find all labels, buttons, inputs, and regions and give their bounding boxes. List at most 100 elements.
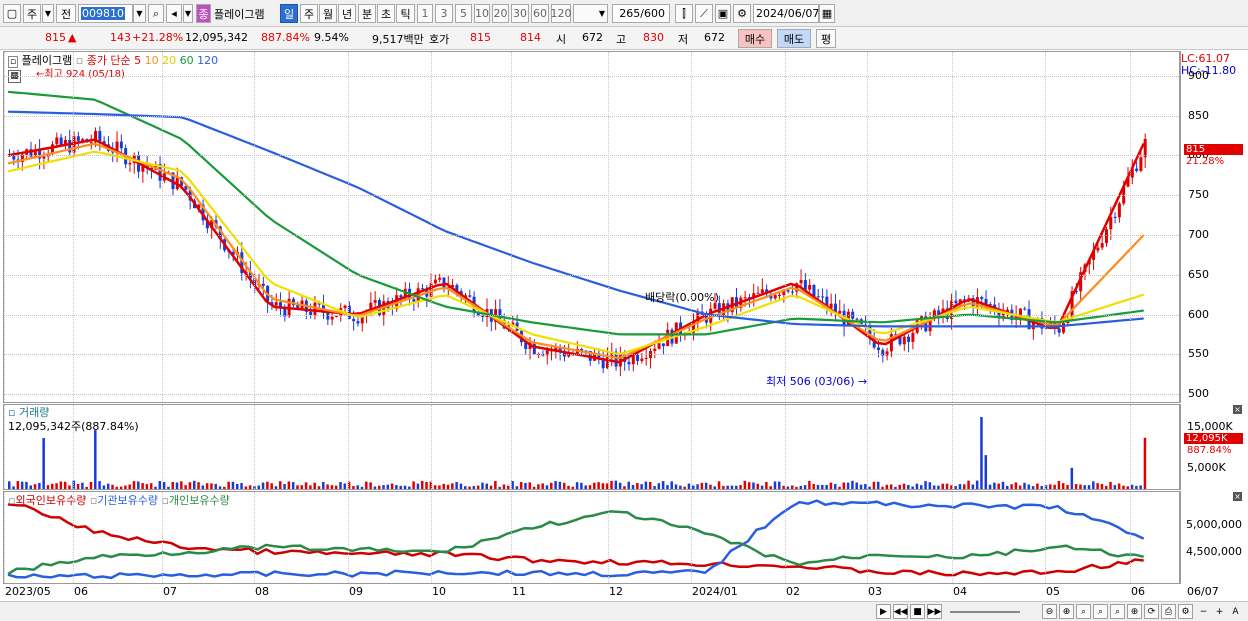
volume-bar[interactable] <box>1117 483 1121 489</box>
volume-bar[interactable] <box>644 481 648 489</box>
volume-bar[interactable] <box>248 485 252 489</box>
volume-bar[interactable] <box>205 483 209 489</box>
volume-bar[interactable] <box>266 481 269 489</box>
volume-bar[interactable] <box>722 485 725 489</box>
holding-close-icon[interactable]: × <box>1233 492 1242 501</box>
volume-bar[interactable] <box>85 486 88 489</box>
volume-bar[interactable] <box>580 482 583 489</box>
candle[interactable] <box>808 284 812 290</box>
minus-icon[interactable]: − <box>1196 604 1211 619</box>
volume-bar[interactable] <box>1109 481 1112 489</box>
volume-bar[interactable] <box>20 481 24 489</box>
volume-bar[interactable] <box>1066 484 1069 489</box>
volume-bar[interactable] <box>1096 483 1099 489</box>
volume-bar[interactable] <box>416 483 420 489</box>
volume-bar[interactable] <box>1031 486 1035 489</box>
volume-bar[interactable] <box>433 485 437 489</box>
volume-bar[interactable] <box>1049 484 1052 489</box>
volume-bar[interactable] <box>498 486 501 489</box>
volume-bar[interactable] <box>485 483 489 489</box>
volume-bar[interactable] <box>898 484 901 489</box>
interval-button[interactable]: 30 <box>511 4 529 23</box>
volume-bar[interactable] <box>816 484 820 489</box>
volume-bar[interactable] <box>1006 485 1009 489</box>
volume-close-icon[interactable]: × <box>1233 405 1242 414</box>
candle[interactable] <box>1023 308 1027 310</box>
volume-bar[interactable] <box>240 483 243 489</box>
volume-bar[interactable] <box>984 455 988 489</box>
volume-bar[interactable] <box>1083 485 1086 489</box>
volume-bar[interactable] <box>554 481 557 489</box>
volume-bar[interactable] <box>38 483 41 489</box>
volume-bar[interactable] <box>1040 486 1043 489</box>
volume-bar[interactable] <box>713 486 717 489</box>
candle[interactable] <box>760 289 764 293</box>
volume-bar[interactable] <box>524 482 527 489</box>
volume-bar[interactable] <box>365 481 368 489</box>
volume-bar[interactable] <box>1100 484 1104 489</box>
volume-bar[interactable] <box>128 484 131 489</box>
speaker-dropdown-icon[interactable]: ▼ <box>183 4 193 23</box>
volume-bar[interactable] <box>42 437 45 489</box>
volume-bar[interactable] <box>1104 485 1108 489</box>
interval-button[interactable]: 120 <box>551 4 572 23</box>
candle[interactable] <box>816 296 820 298</box>
volume-bar[interactable] <box>369 482 372 489</box>
volume-bar[interactable] <box>180 481 183 489</box>
crosshair-icon[interactable]: ⊕ <box>1127 604 1142 619</box>
volume-bar[interactable] <box>760 485 764 489</box>
volume-bar[interactable] <box>76 483 80 489</box>
volume-bar[interactable] <box>274 486 278 489</box>
volume-bar[interactable] <box>309 485 312 489</box>
candle[interactable] <box>1135 168 1139 171</box>
volume-bar[interactable] <box>352 486 355 489</box>
volume-bar[interactable] <box>132 481 136 489</box>
candle[interactable] <box>756 292 760 294</box>
volume-bar[interactable] <box>442 483 445 489</box>
volume-bar[interactable] <box>472 486 476 489</box>
volume-bar[interactable] <box>386 484 390 489</box>
volume-bar[interactable] <box>162 482 166 489</box>
candle[interactable] <box>855 318 859 320</box>
volume-bar[interactable] <box>1122 485 1125 489</box>
volume-bar[interactable] <box>188 482 192 489</box>
volume-bar[interactable] <box>16 481 20 489</box>
volume-bar[interactable] <box>786 486 790 489</box>
candle[interactable] <box>274 302 278 306</box>
scroll-right-icon[interactable]: ▶ <box>876 604 891 619</box>
volume-bar[interactable] <box>743 480 747 489</box>
volume-bar[interactable] <box>1139 485 1142 489</box>
zoom-out-icon[interactable]: ⊖ <box>1042 604 1057 619</box>
volume-bar[interactable] <box>494 480 497 489</box>
volume-bar[interactable] <box>29 485 33 489</box>
window-icon[interactable]: ▢ <box>3 4 21 23</box>
volume-bar[interactable] <box>137 481 140 489</box>
volume-bar[interactable] <box>855 482 858 489</box>
candle[interactable] <box>1104 229 1108 244</box>
volume-bar[interactable] <box>1143 437 1147 489</box>
volume-bar[interactable] <box>532 486 536 489</box>
period-button[interactable]: 월 <box>319 4 337 23</box>
interval-button[interactable]: 60 <box>531 4 549 23</box>
candle[interactable] <box>778 294 782 296</box>
volume-bar[interactable] <box>747 482 751 489</box>
volume-bar[interactable] <box>236 483 239 489</box>
volume-bar[interactable] <box>790 485 794 489</box>
volume-bar[interactable] <box>597 482 600 489</box>
volume-bar[interactable] <box>739 485 742 489</box>
volume-bar[interactable] <box>25 481 28 489</box>
volume-bar[interactable] <box>975 480 979 489</box>
candle[interactable] <box>640 358 644 361</box>
volume-bar[interactable] <box>184 485 187 489</box>
candle[interactable] <box>433 279 437 284</box>
forward-icon[interactable]: ▶▶ <box>927 604 942 619</box>
volume-bar[interactable] <box>326 484 329 489</box>
volume-bar[interactable] <box>537 484 540 489</box>
interval-button[interactable]: 20 <box>492 4 509 23</box>
volume-bar[interactable] <box>167 486 170 489</box>
calendar-icon[interactable]: ▦ <box>819 4 835 23</box>
volume-bar[interactable] <box>571 486 575 489</box>
volume-bar[interactable] <box>210 483 213 489</box>
market-select[interactable]: 주 <box>23 4 41 23</box>
volume-bar[interactable] <box>55 483 58 489</box>
